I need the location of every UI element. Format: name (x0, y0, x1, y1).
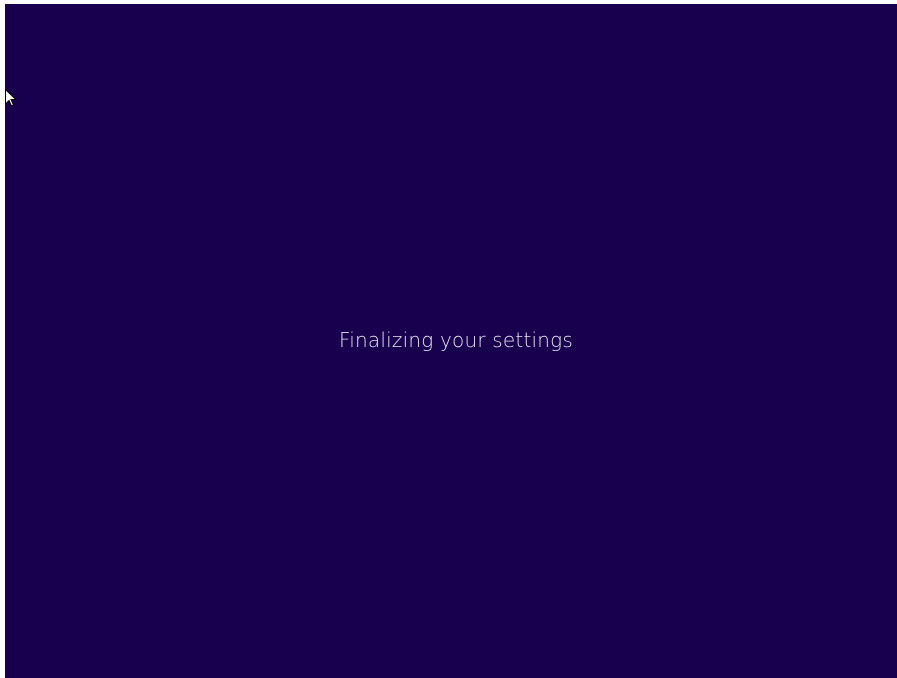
screen-frame: Finalizing your settings (0, 0, 897, 678)
status-message: Finalizing your settings (339, 328, 573, 352)
mouse-pointer-icon (5, 89, 17, 107)
